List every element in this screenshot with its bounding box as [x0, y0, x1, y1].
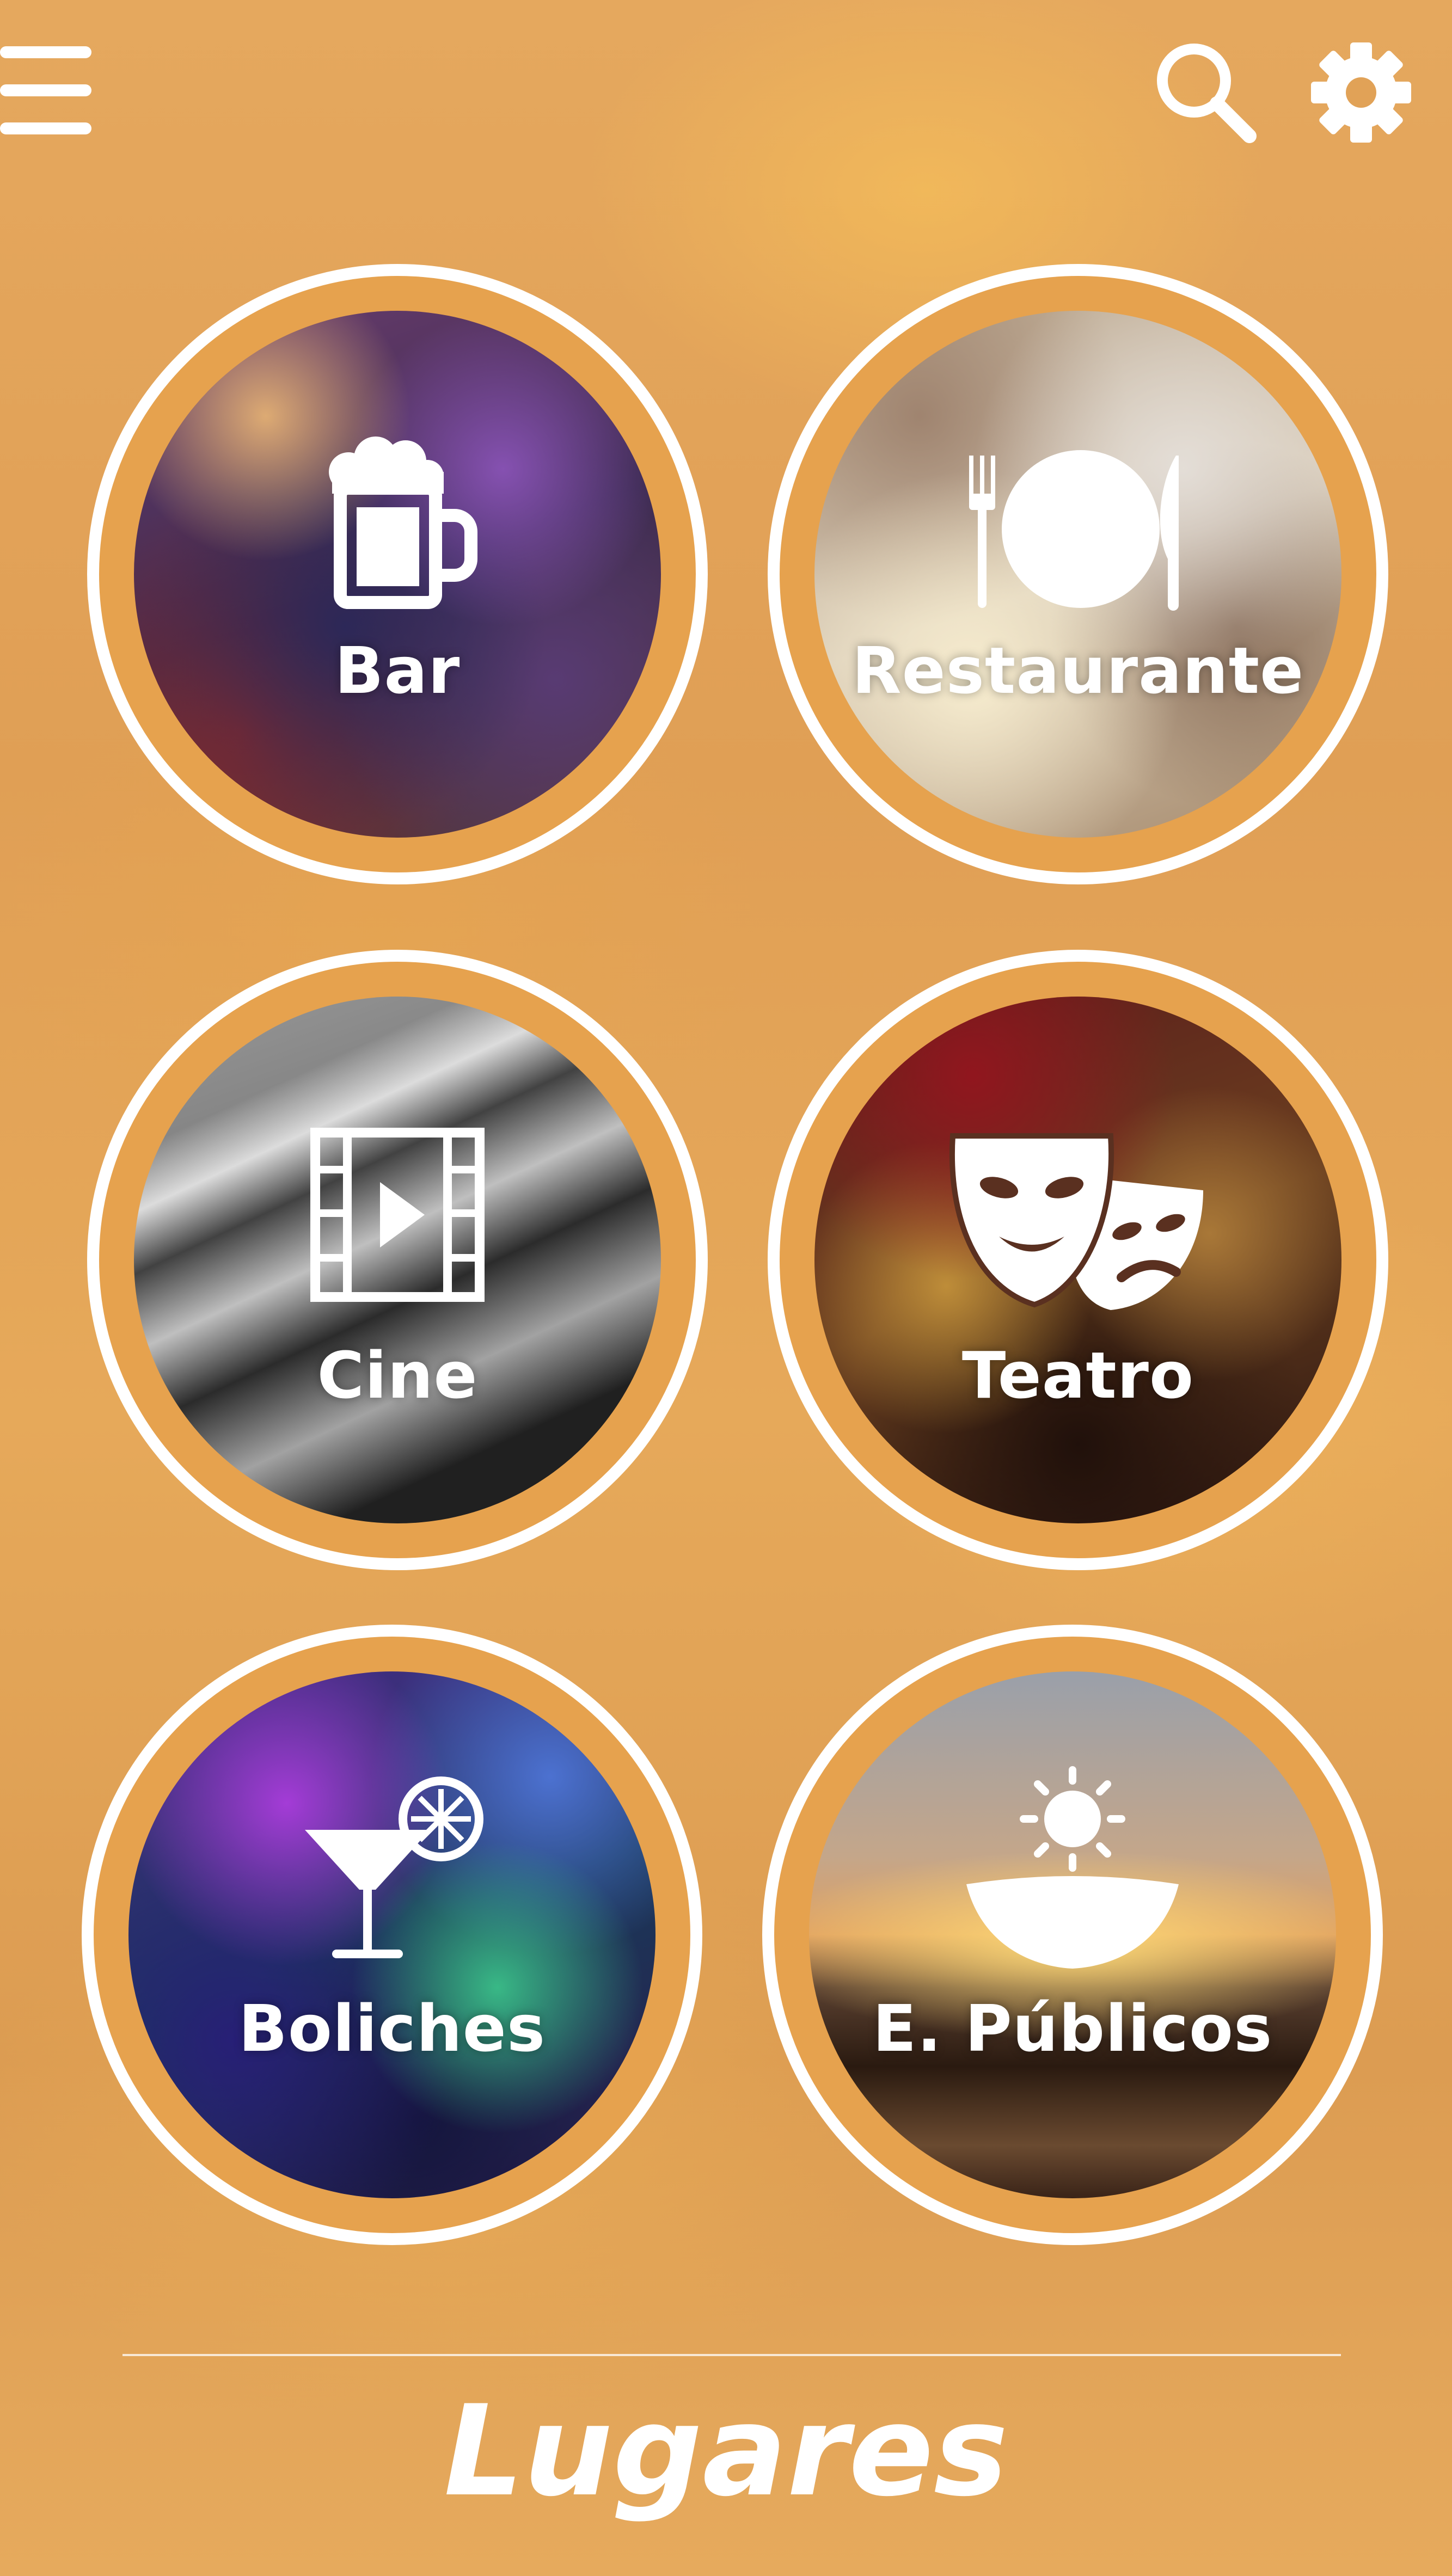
category-teatro[interactable]: Teatro [768, 950, 1388, 1570]
category-label: Restaurante [851, 633, 1304, 708]
menu-line [0, 46, 91, 58]
beer-mug-icon [316, 434, 479, 616]
menu-line [0, 84, 91, 96]
gear-icon[interactable] [1307, 38, 1416, 147]
plate-cutlery-icon [958, 450, 1198, 616]
category-label: Bar [334, 633, 461, 708]
menu-line [0, 122, 91, 134]
cocktail-icon [294, 1775, 490, 1974]
footer-divider [122, 2354, 1341, 2356]
category-bar[interactable]: Bar [87, 264, 708, 884]
category-label: Cine [317, 1338, 478, 1413]
page-title: Lugares [444, 2379, 1008, 2524]
category-label: Boliches [238, 1991, 546, 2066]
category-boliches[interactable]: Boliches [82, 1625, 702, 2245]
category-espacios-publicos[interactable]: E. Públicos [762, 1625, 1383, 2245]
search-icon[interactable] [1151, 38, 1260, 147]
category-cine[interactable]: Cine [87, 950, 708, 1570]
category-label: E. Públicos [872, 1991, 1273, 2066]
category-label: Teatro [961, 1338, 1194, 1413]
sun-island-icon [958, 1759, 1187, 1990]
film-strip-icon [310, 1128, 485, 1304]
menu-button[interactable] [0, 46, 93, 134]
category-restaurante[interactable]: Restaurante [768, 264, 1388, 884]
theater-masks-icon [947, 1125, 1209, 1323]
